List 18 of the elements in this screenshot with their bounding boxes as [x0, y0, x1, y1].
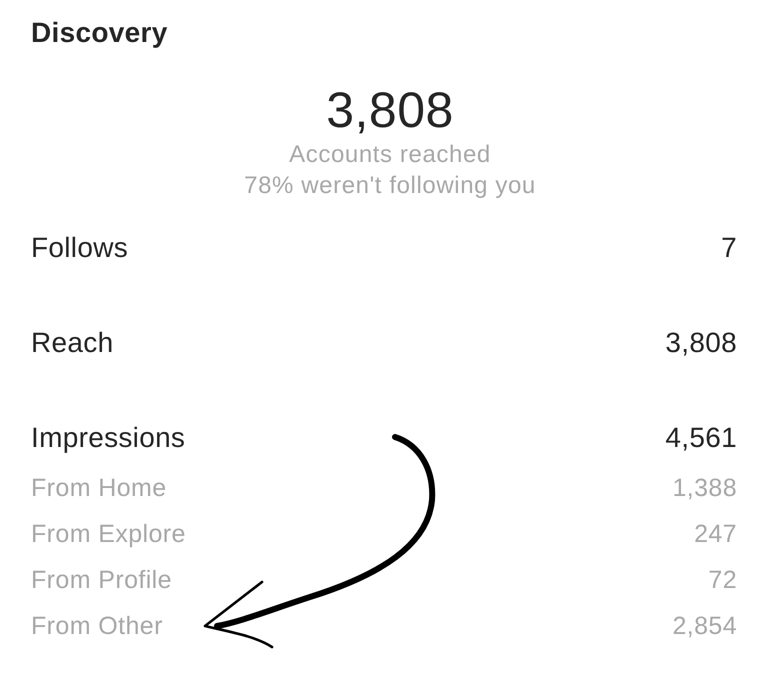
metric-label: Follows [31, 232, 128, 264]
breakdown-label: From Other [31, 611, 163, 642]
summary-label: Accounts reached [289, 140, 491, 170]
metric-label: Reach [31, 327, 114, 359]
section-title: Discovery [31, 18, 168, 48]
breakdown-value: 72 [708, 565, 737, 596]
breakdown-label: From Home [31, 473, 167, 504]
breakdown-value: 1,388 [672, 473, 737, 504]
breakdown-value: 2,854 [672, 611, 737, 642]
metric-value: 3,808 [665, 327, 737, 359]
metric-value: 7 [721, 232, 737, 264]
breakdown-label: From Profile [31, 565, 172, 596]
metric-label: Impressions [31, 422, 186, 454]
summary-value: 3,808 [326, 82, 454, 138]
breakdown-value: 247 [694, 519, 737, 550]
metric-value: 4,561 [665, 422, 737, 454]
summary-note: 78% weren't following you [244, 171, 536, 201]
breakdown-label: From Explore [31, 519, 186, 550]
